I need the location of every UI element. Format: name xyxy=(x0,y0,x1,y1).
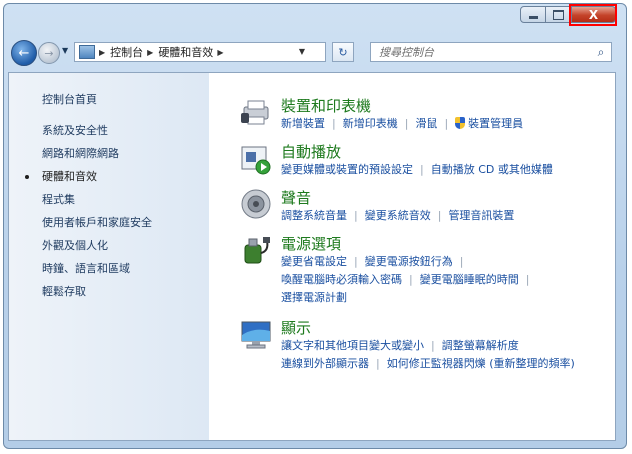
sidebar: 控制台首頁 系統及安全性 網路和網際網路 硬體和音效 程式集 使用者帳戶和家庭安… xyxy=(9,73,209,440)
sidebar-item-ease-of-access[interactable]: 輕鬆存取 xyxy=(42,284,152,307)
adjust-volume-link[interactable]: 調整系統音量 xyxy=(281,209,347,222)
display-monitor-icon xyxy=(241,321,271,349)
address-bar[interactable]: ▶ 控制台 ▶ 硬體和音效 ▶ ▼ xyxy=(74,42,326,62)
sidebar-item-label: 硬體和音效 xyxy=(42,170,97,183)
sidebar-list: 系統及安全性 網路和網際網路 硬體和音效 程式集 使用者帳戶和家庭安全 外觀及個… xyxy=(25,123,152,307)
refresh-icon: ↻ xyxy=(338,45,348,59)
change-media-defaults-link[interactable]: 變更媒體或裝置的預設設定 xyxy=(281,163,413,176)
change-power-buttons-link[interactable]: 變更電源按鈕行為 xyxy=(365,255,453,268)
choose-power-plan-link[interactable]: 選擇電源計劃 xyxy=(281,291,347,304)
autoplay-links: 變更媒體或裝置的預設設定 | 自動播放 CD 或其他媒體 xyxy=(281,163,553,176)
sidebar-item-user-accounts[interactable]: 使用者帳戶和家庭安全 xyxy=(42,215,152,238)
add-printer-link[interactable]: 新增印表機 xyxy=(343,117,398,130)
devices-links: 新增裝置 | 新增印表機 | 滑鼠 | 裝置管理員 xyxy=(281,117,524,130)
uac-shield-icon xyxy=(455,117,466,129)
sidebar-item-appearance[interactable]: 外觀及個人化 xyxy=(42,238,152,261)
printer-icon xyxy=(241,100,269,125)
power-options-icon xyxy=(244,237,270,264)
minimize-button[interactable] xyxy=(520,6,546,23)
content-area: 控制台首頁 系統及安全性 網路和網際網路 硬體和音效 程式集 使用者帳戶和家庭安… xyxy=(8,72,616,441)
connect-external-display-link[interactable]: 連線到外部顯示器 xyxy=(281,357,369,370)
main-panel: 裝置和印表機 新增裝置 | 新增印表機 | 滑鼠 | 裝置管理員 自動播放 變更媒體或裝置的… xyxy=(219,73,615,440)
autoplay-title[interactable]: 自動播放 xyxy=(281,141,341,162)
display-title[interactable]: 顯示 xyxy=(281,317,311,338)
devices-printers-title[interactable]: 裝置和印表機 xyxy=(281,95,371,116)
breadcrumb-separator-icon[interactable]: ▶ xyxy=(147,48,153,57)
close-button-highlight xyxy=(569,4,617,26)
navigation-bar: ← → ▼ ▶ 控制台 ▶ 硬體和音效 ▶ ▼ ↻ ⌕ xyxy=(8,37,616,67)
require-password-link[interactable]: 喚醒電腦時必須輸入密碼 xyxy=(281,273,402,286)
sidebar-item-system-security[interactable]: 系統及安全性 xyxy=(42,123,152,146)
refresh-button[interactable]: ↻ xyxy=(332,42,354,62)
fix-monitor-flicker-link[interactable]: 如何修正監視器閃爍 (重新整理的頻率) xyxy=(387,357,575,370)
breadcrumb-separator-icon[interactable]: ▶ xyxy=(217,48,223,57)
forward-arrow-icon: → xyxy=(44,46,54,60)
address-dropdown-icon[interactable]: ▼ xyxy=(299,47,305,56)
text-size-link[interactable]: 讓文字和其他項目變大或變小 xyxy=(281,339,424,352)
minimize-icon xyxy=(528,16,538,19)
back-arrow-icon: ← xyxy=(18,45,30,61)
add-device-link[interactable]: 新增裝置 xyxy=(281,117,325,130)
active-bullet-icon xyxy=(25,175,29,179)
display-links: 讓文字和其他項目變大或變小 | 調整螢幕解析度 連線到外部顯示器 | 如何修正監視器閃爍… xyxy=(281,339,575,370)
sound-links: 調整系統音量 | 變更系統音效 | 管理音訊裝置 xyxy=(281,209,515,222)
sidebar-item-hardware-sound[interactable]: 硬體和音效 xyxy=(25,169,152,192)
manage-audio-devices-link[interactable]: 管理音訊裝置 xyxy=(448,209,514,222)
control-panel-icon xyxy=(79,45,95,59)
device-manager-link[interactable]: 裝置管理員 xyxy=(468,117,523,130)
change-system-sounds-link[interactable]: 變更系統音效 xyxy=(365,209,431,222)
speaker-icon xyxy=(241,189,271,219)
breadcrumb-control-panel[interactable]: 控制台 xyxy=(110,44,143,60)
sidebar-home-link[interactable]: 控制台首頁 xyxy=(42,91,97,107)
sidebar-item-clock-language[interactable]: 時鐘、語言和區域 xyxy=(42,261,152,284)
mouse-link[interactable]: 滑鼠 xyxy=(415,117,437,130)
search-box[interactable]: ⌕ xyxy=(370,42,612,62)
autoplay-icon xyxy=(241,146,271,175)
recent-pages-dropdown[interactable]: ▼ xyxy=(62,46,68,55)
adjust-resolution-link[interactable]: 調整螢幕解析度 xyxy=(442,339,519,352)
back-button[interactable]: ← xyxy=(11,40,37,66)
breadcrumb-hardware-sound[interactable]: 硬體和音效 xyxy=(158,44,213,60)
sidebar-item-programs[interactable]: 程式集 xyxy=(42,192,152,215)
maximize-icon xyxy=(553,9,564,20)
breadcrumb-separator-icon[interactable]: ▶ xyxy=(99,48,105,57)
power-links: 變更省電設定 | 變更電源按鈕行為 | 喚醒電腦時必須輸入密碼 | 變更電腦睡眠的時間 | … xyxy=(281,255,530,304)
sound-title[interactable]: 聲音 xyxy=(281,187,311,208)
change-sleep-time-link[interactable]: 變更電腦睡眠的時間 xyxy=(420,273,519,286)
sidebar-item-network[interactable]: 網路和網際網路 xyxy=(42,146,152,169)
change-battery-settings-link[interactable]: 變更省電設定 xyxy=(281,255,347,268)
search-icon[interactable]: ⌕ xyxy=(593,45,609,59)
power-options-title[interactable]: 電源選項 xyxy=(281,233,341,254)
search-input[interactable] xyxy=(377,44,531,60)
autoplay-cd-link[interactable]: 自動播放 CD 或其他媒體 xyxy=(431,163,553,176)
forward-button[interactable]: → xyxy=(38,42,60,64)
